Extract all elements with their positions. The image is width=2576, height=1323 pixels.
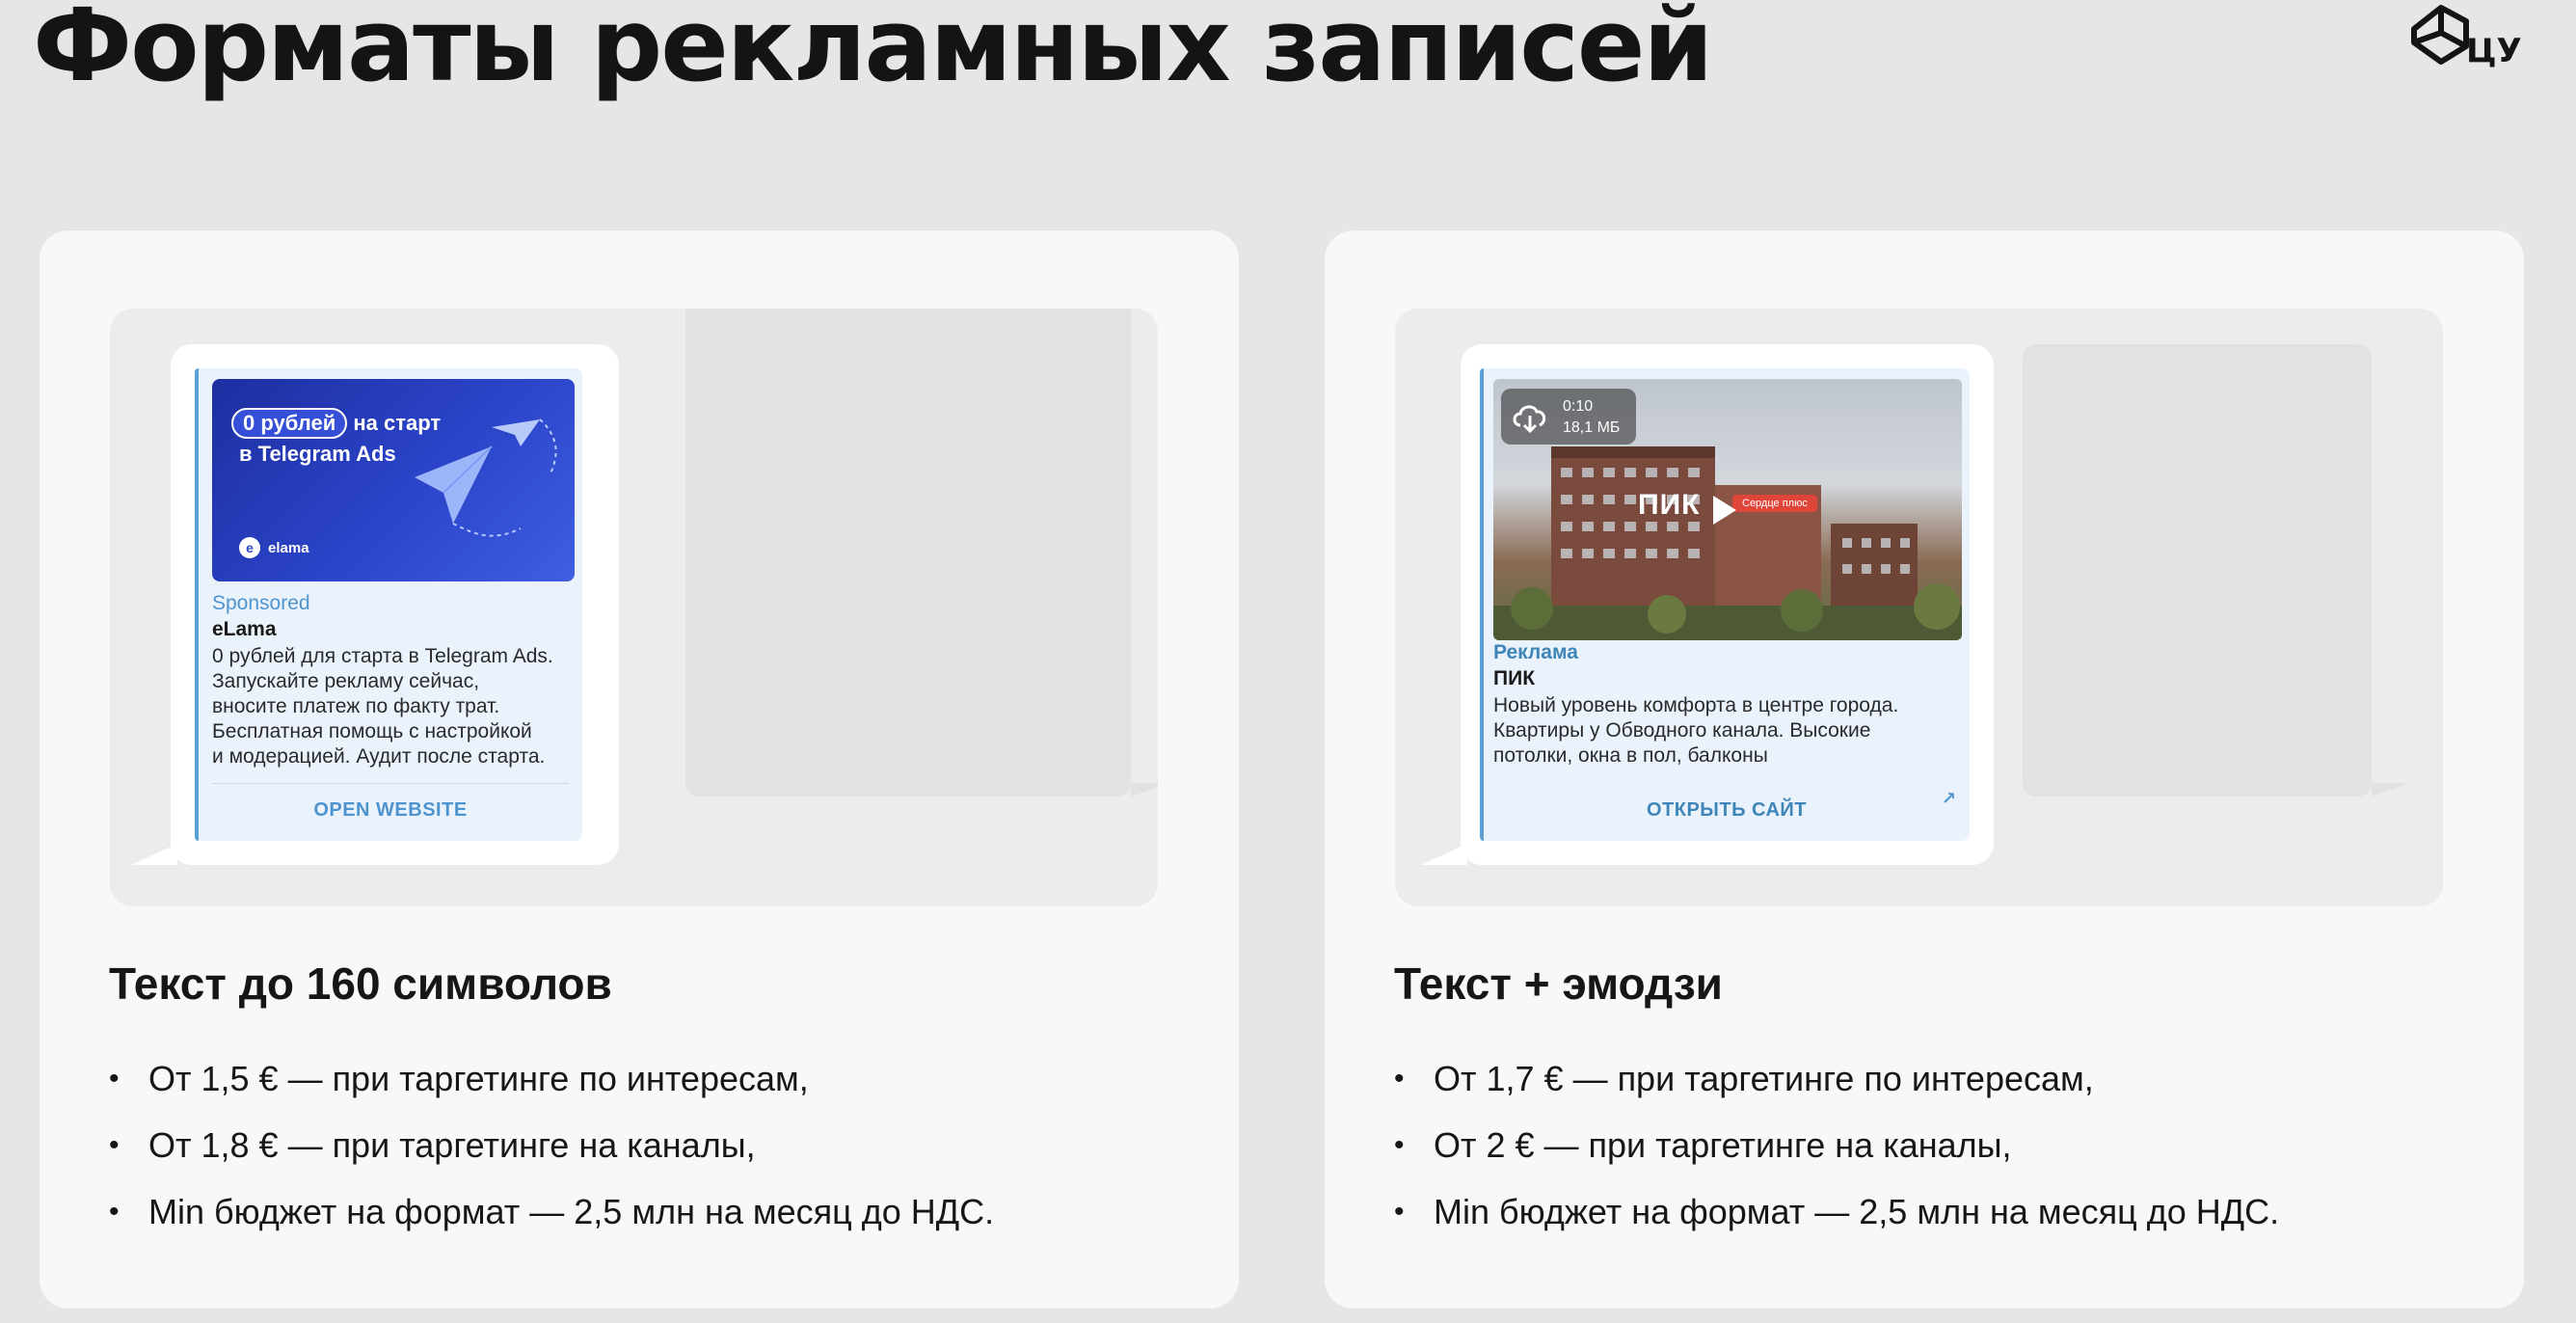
ad-banner-image: 0 рублей на старт в Telegram Ads e elama [212,379,575,581]
ad-body-text: 0 рублей для старта в Telegram Ads. Запу… [212,645,553,768]
page-title: Форматы рекламных записей [33,0,1713,104]
banner-pill: 0 рублей [231,408,348,439]
list-item: Min бюджет на формат — 2,5 млн на месяц … [1394,1178,2279,1245]
ad-format-card-text: 0 рублей на старт в Telegram Ads e elama [40,230,1239,1309]
list-item: Min бюджет на формат — 2,5 млн на месяц … [109,1178,994,1245]
message-bubble: 0 рублей на старт в Telegram Ads e elama [171,344,619,865]
card-heading: Текст до 160 символов [109,958,612,1009]
ad-preview-area: 0 рублей на старт в Telegram Ads e elama [110,309,1158,906]
ad-body-text: Новый уровень комфорта в центре города. … [1493,694,1899,767]
pricing-list: От 1,7 € — при таргетинге по интересам, … [1394,1045,2279,1245]
list-item: От 2 € — при таргетинге на каналы, [1394,1112,2279,1178]
pricing-list: От 1,5 € — при таргетинге по интересам, … [109,1045,994,1245]
sponsored-ad: 0:10 18,1 МБ ПИК Сердце плюс Реклама ПИК… [1480,368,1970,841]
external-link-arrow-icon: ↗ [1941,789,1956,808]
open-website-button[interactable]: OPEN WEBSITE [199,799,582,822]
ghost-message [2023,344,2372,796]
media-info-chip: 0:10 18,1 МБ [1501,389,1636,445]
video-tag: Сердце плюс [1732,495,1817,512]
play-icon[interactable] [1713,496,1736,525]
ad-preview-area: 0:10 18,1 МБ ПИК Сердце плюс Реклама ПИК… [1395,309,2443,906]
list-item: От 1,5 € — при таргетинге по интересам, [109,1045,994,1112]
advertiser-name: ПИК [1493,667,1536,689]
card-heading: Текст + эмодзи [1394,958,1723,1009]
elama-logo-icon: e [239,537,260,558]
list-item: От 1,7 € — при таргетинге по интересам, [1394,1045,2279,1112]
ad-format-card-emoji: 0:10 18,1 МБ ПИК Сердце плюс Реклама ПИК… [1325,230,2524,1309]
cube-logo-icon: ЦУ [2411,5,2522,69]
paper-plane-icon [415,418,557,537]
open-site-button[interactable]: ОТКРЫТЬ САЙТ [1484,799,1970,822]
ad-label: Реклама [1493,641,1578,663]
advertiser-name: eLama [212,618,277,640]
ad-video-preview[interactable]: 0:10 18,1 МБ ПИК Сердце плюс [1493,379,1962,640]
video-brand-text: ПИК [1638,489,1701,521]
ad-label: Sponsored [212,592,310,614]
video-duration: 0:10 [1563,398,1594,415]
logo-text: ЦУ [2466,32,2522,69]
message-bubble: 0:10 18,1 МБ ПИК Сердце плюс Реклама ПИК… [1461,344,1994,865]
banner-brand: e elama [239,537,309,558]
cloud-download-icon [1513,405,1546,434]
banner-subtitle: в Telegram Ads [239,442,396,466]
ghost-message [685,309,1131,796]
list-item: От 1,8 € — при таргетинге на каналы, [109,1112,994,1178]
sponsored-ad: 0 рублей на старт в Telegram Ads e elama [195,368,582,841]
file-size: 18,1 МБ [1563,419,1621,436]
